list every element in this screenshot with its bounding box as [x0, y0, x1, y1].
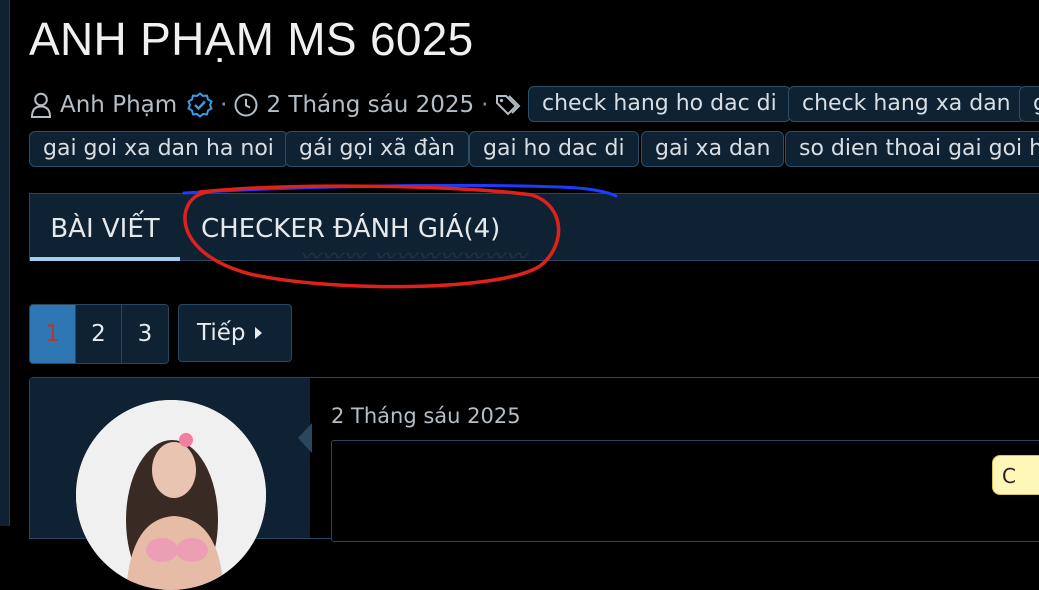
thread-meta: Anh Phạm · 2 Tháng sáu 2025 ·: [30, 88, 523, 122]
author-link[interactable]: Anh Phạm: [60, 92, 177, 118]
tags-icon: [495, 94, 523, 116]
verified-badge-icon: [187, 92, 213, 118]
page-button-2[interactable]: 2: [76, 305, 122, 363]
user-icon: [30, 92, 52, 118]
tab-posts[interactable]: BÀI VIẾT: [30, 194, 180, 261]
page-button-1[interactable]: 1: [30, 305, 76, 363]
thread-date[interactable]: 2 Tháng sáu 2025: [266, 92, 474, 118]
post-container: 2 Tháng sáu 2025: [29, 377, 1039, 590]
page-button-3[interactable]: 3: [122, 305, 168, 363]
post-pointer: [298, 423, 312, 453]
tag-link[interactable]: gai ho dac di: [469, 131, 639, 167]
clock-icon: [234, 93, 258, 117]
floating-badge[interactable]: C: [992, 455, 1039, 495]
meta-separator: ·: [481, 92, 489, 118]
tag-link[interactable]: gai goi xa dan ha noi: [29, 131, 288, 167]
tag-link[interactable]: gai xa dan: [641, 131, 785, 167]
thread-title: ANH PHẠM MS 6025: [29, 13, 474, 65]
thread-tabs: BÀI VIẾT CHECKER ĐÁNH GIÁ(4): [29, 193, 1039, 261]
watermark: 〰〰〰 〰〰〰〰〰〰〰: [300, 244, 529, 268]
tag-link[interactable]: g: [1019, 86, 1039, 122]
next-page-label: Tiếp: [197, 320, 246, 346]
caret-right-icon: [255, 327, 263, 339]
meta-separator: ·: [220, 92, 228, 118]
left-edge-bar: [0, 0, 10, 526]
tag-link[interactable]: check hang xa dan: [788, 86, 1025, 122]
pagination: 1 2 3: [29, 304, 169, 364]
next-page-button[interactable]: Tiếp: [178, 304, 292, 362]
post-author-panel: [30, 378, 310, 590]
tag-link[interactable]: gái gọi xã đàn: [285, 131, 469, 167]
tag-link[interactable]: so dien thoai gai goi ho: [785, 131, 1039, 167]
post-date[interactable]: 2 Tháng sáu 2025: [331, 404, 521, 428]
post-body: [331, 440, 1039, 542]
avatar[interactable]: [76, 400, 266, 590]
tag-link[interactable]: check hang ho dac di: [528, 86, 791, 122]
